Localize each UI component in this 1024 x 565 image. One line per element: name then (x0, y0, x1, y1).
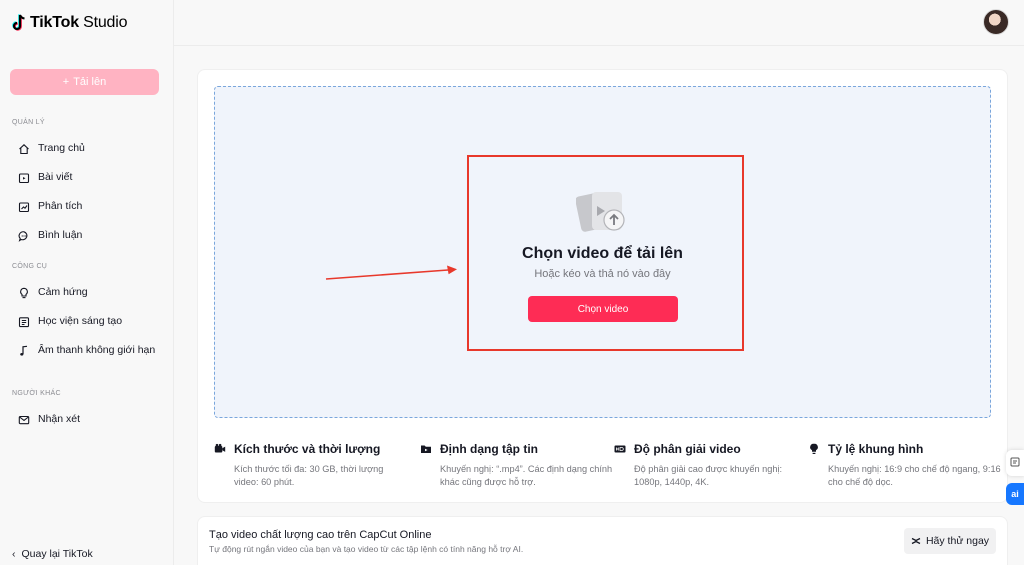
info-resolution: Độ phân giải video Độ phân giải cao được… (614, 442, 804, 489)
avatar[interactable] (983, 9, 1009, 35)
sidebar-item-label: Trang chủ (38, 142, 85, 154)
upload-button-label: Tải lên (73, 76, 107, 88)
plus-icon: + (62, 76, 70, 88)
sidebar-item-comments[interactable]: Bình luận (18, 229, 158, 242)
capcut-desc: Tự động rút ngắn video của bạn và tạo vi… (209, 544, 524, 554)
sidebar-item-label: Bài viết (38, 171, 73, 183)
section-label-tools: CÔNG CỤ (12, 263, 48, 270)
sidebar-item-label: Phân tích (38, 200, 83, 212)
sidebar-item-label: Âm thanh không giới hạn (38, 344, 156, 356)
info-desc: Khuyến nghị: 16:9 cho chế độ ngang, 9:16… (828, 464, 1001, 487)
home-icon (18, 143, 30, 155)
chevron-left-icon: ‹ (12, 548, 16, 560)
sidebar-item-inspiration[interactable]: Cảm hứng (18, 286, 158, 299)
back-link-label: Quay lại TikTok (21, 548, 93, 560)
music-note-icon (18, 345, 30, 357)
sidebar-item-posts[interactable]: Bài viết (18, 171, 158, 184)
mail-icon (18, 414, 30, 426)
video-camera-icon (214, 443, 226, 455)
tiktok-studio-logo[interactable]: TikTok Studio (12, 12, 128, 34)
info-desc: Khuyến nghị: “.mp4”. Các định dạng chính… (440, 464, 613, 487)
upload-title: Chọn video để tải lên (522, 245, 683, 262)
info-file-format: Định dạng tập tin Khuyến nghị: “.mp4”. C… (420, 442, 612, 489)
sidebar-item-analytics[interactable]: Phân tích (18, 200, 158, 213)
tiktok-logo-icon (12, 14, 26, 32)
capcut-title: Tạo video chất lượng cao trên CapCut Onl… (209, 529, 432, 541)
info-desc: Độ phân giải cao được khuyến nghị: 1080p… (634, 464, 783, 487)
upload-subtitle: Hoặc kéo và thả nó vào đây (534, 268, 671, 280)
sidebar-item-academy[interactable]: Học viện sáng tạo (18, 315, 158, 328)
ai-assistant-button[interactable]: ai (1006, 483, 1024, 505)
analytics-icon (18, 201, 30, 213)
back-to-tiktok-link[interactable]: ‹ Quay lại TikTok (12, 548, 93, 560)
academy-icon (18, 316, 30, 328)
ai-label: ai (1011, 489, 1019, 499)
sidebar-item-label: Nhận xét (38, 413, 81, 425)
sidebar-item-unlimited-sound[interactable]: Âm thanh không giới hạn (18, 344, 158, 357)
notes-icon (1010, 454, 1020, 472)
video-upload-icon (576, 188, 628, 234)
info-title: Tỷ lệ khung hình (828, 442, 924, 456)
feedback-widget-button[interactable] (1006, 450, 1024, 476)
folder-icon (420, 443, 432, 455)
info-desc: Kích thước tối đa: 30 GB, thời lượng vid… (234, 464, 384, 487)
upload-button[interactable]: + Tải lên (10, 69, 159, 95)
try-now-label: Hãy thử ngay (925, 535, 990, 547)
sidebar-item-home[interactable]: Trang chủ (18, 142, 158, 155)
sidebar-item-feedback[interactable]: Nhận xét (18, 413, 158, 426)
info-title: Kích thước và thời lượng (234, 442, 381, 456)
try-now-button[interactable]: Hãy thử ngay (904, 528, 996, 554)
info-size-duration: Kích thước và thời lượng Kích thước tối … (214, 442, 404, 489)
sidebar-item-label: Học viện sáng tạo (38, 315, 123, 327)
sidebar-item-label: Cảm hứng (38, 286, 88, 298)
info-aspect-ratio: Tỷ lệ khung hình Khuyến nghị: 16:9 cho c… (808, 442, 1001, 489)
section-label-others: NGƯỜI KHÁC (12, 390, 61, 397)
annotation-arrow (324, 263, 459, 283)
lightbulb-icon (18, 287, 30, 299)
info-title: Định dạng tập tin (440, 442, 538, 456)
comment-icon (18, 230, 30, 242)
sidebar-item-label: Bình luận (38, 229, 83, 241)
section-label-manage: QUẢN LÝ (12, 119, 45, 126)
aspect-ratio-icon (808, 443, 820, 455)
sidebar: TikTok Studio + Tải lên QUẢN LÝ Trang ch… (0, 0, 174, 565)
posts-icon (18, 172, 30, 184)
choose-video-button[interactable]: Chọn video (528, 296, 678, 322)
info-title: Độ phân giải video (634, 442, 741, 456)
hd-icon (614, 443, 626, 455)
logo-text: TikTok Studio (30, 14, 128, 31)
capcut-icon (911, 536, 921, 546)
header-divider (174, 45, 1024, 46)
